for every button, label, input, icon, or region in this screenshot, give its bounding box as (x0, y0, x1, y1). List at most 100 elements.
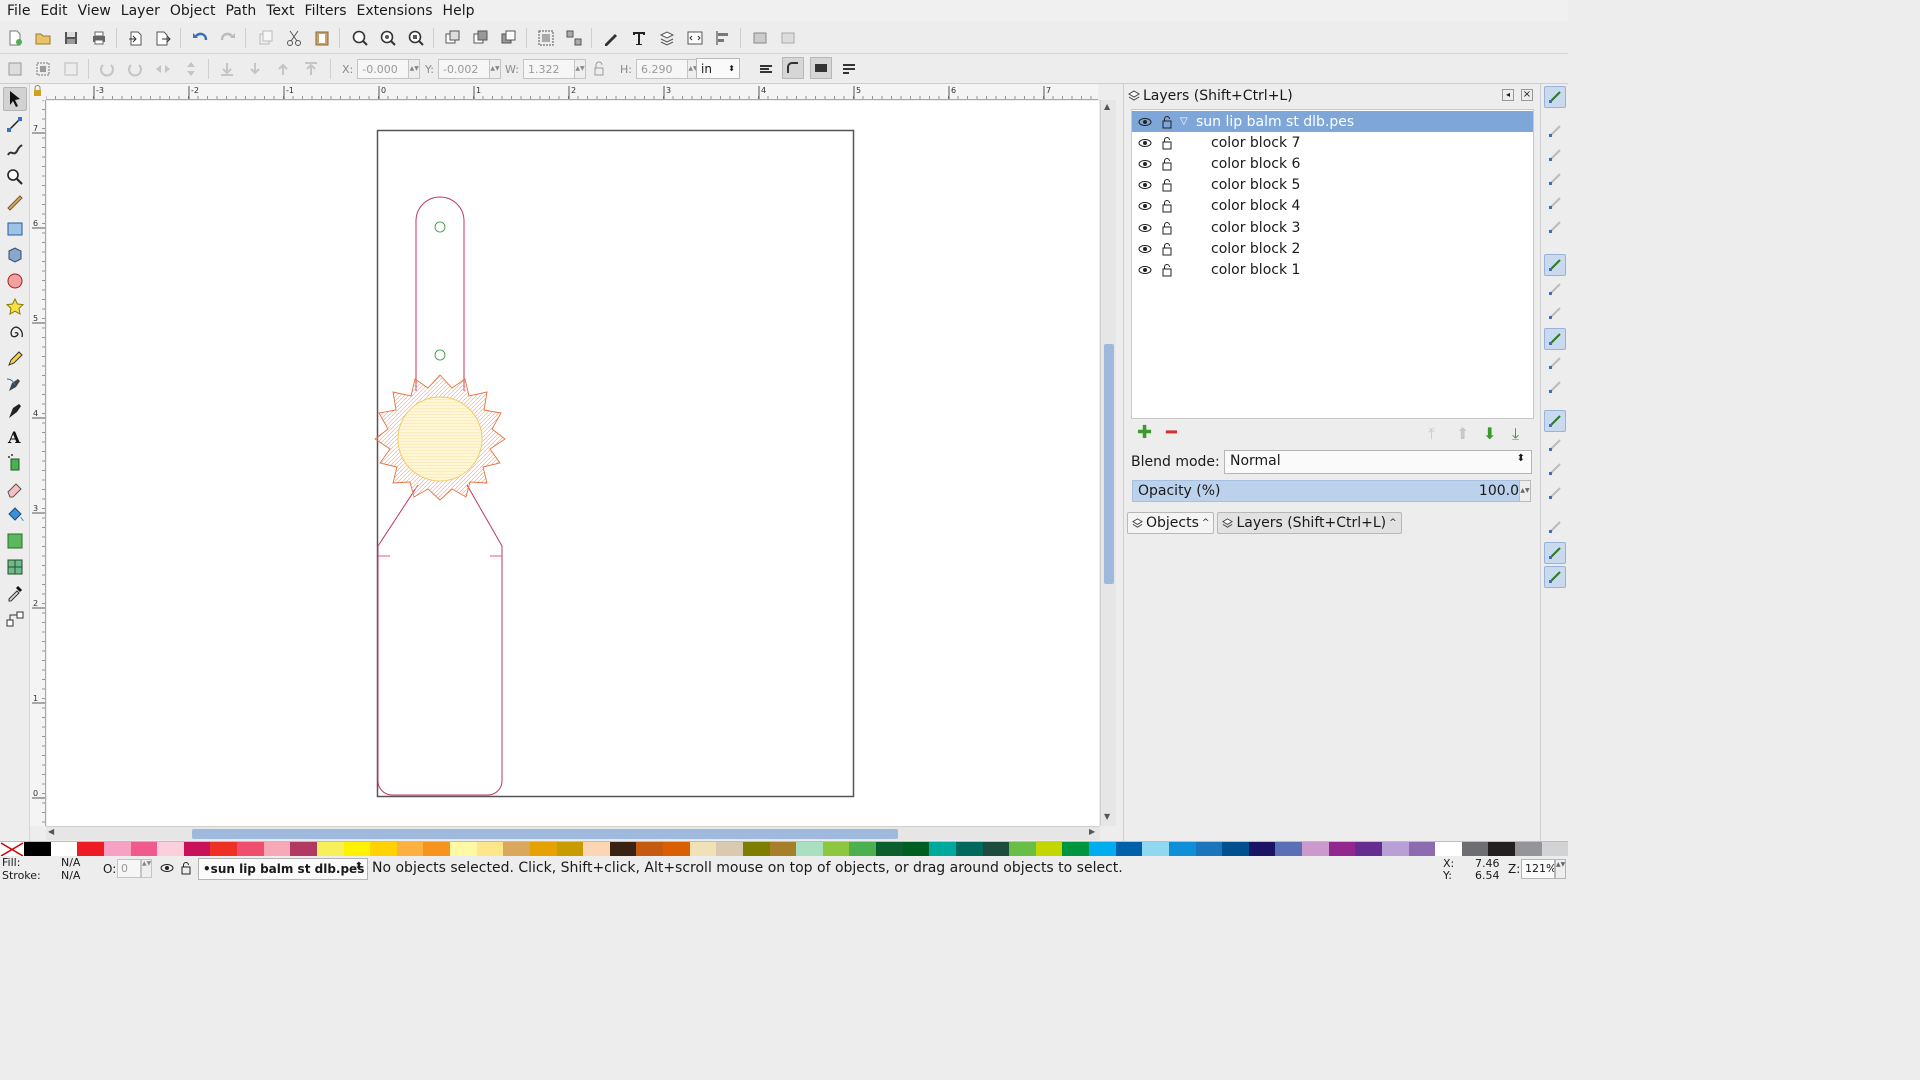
color-swatch[interactable] (370, 842, 397, 857)
color-swatch[interactable] (503, 842, 530, 857)
layer-visibility-icon[interactable] (160, 861, 174, 878)
snap-bbox-corner-icon[interactable] (1544, 168, 1566, 190)
layer-lock-icon[interactable] (180, 861, 192, 878)
menu-view[interactable]: View (73, 3, 116, 19)
deselect-icon[interactable] (60, 58, 82, 80)
x-input[interactable]: -0.000 (357, 59, 410, 79)
color-swatch[interactable] (263, 842, 291, 857)
color-swatch[interactable] (742, 842, 770, 857)
raise-to-top-icon[interactable] (300, 58, 322, 80)
lock-icon[interactable] (1161, 242, 1173, 256)
snap-bbox-edge-icon[interactable] (1544, 144, 1566, 166)
x-stepper[interactable]: ▲▼ (409, 59, 421, 79)
color-swatch[interactable] (1248, 842, 1276, 857)
gradient-tool-icon[interactable] (3, 529, 27, 553)
color-swatch[interactable] (982, 842, 1010, 857)
lock-icon[interactable] (1161, 157, 1173, 171)
snap-intersection-icon[interactable] (1544, 302, 1566, 324)
color-swatch[interactable] (1035, 842, 1063, 857)
cut-icon[interactable] (283, 27, 305, 49)
undo-icon[interactable] (189, 27, 211, 49)
lower-icon[interactable] (244, 58, 266, 80)
color-swatch[interactable] (77, 842, 104, 857)
flip-horizontal-icon[interactable] (152, 58, 174, 80)
paste-icon[interactable] (311, 27, 333, 49)
color-swatch[interactable] (955, 842, 983, 857)
selector-tool-icon[interactable] (3, 87, 27, 111)
clone-icon[interactable] (470, 27, 492, 49)
color-swatch[interactable] (450, 842, 477, 857)
lower-to-bottom-icon[interactable] (216, 58, 238, 80)
color-swatch[interactable] (1461, 842, 1489, 857)
snap-object-midpoint-icon[interactable] (1544, 434, 1566, 456)
zoom-selection-icon[interactable] (349, 27, 371, 49)
text-tool-icon[interactable]: A (3, 425, 27, 449)
y-input[interactable]: -0.002 (437, 59, 490, 79)
snap-line-midpoint-icon[interactable] (1544, 376, 1566, 398)
iconify-button[interactable]: ◂ (1502, 89, 1514, 101)
snap-bbox-icon[interactable] (1544, 120, 1566, 142)
raise-icon[interactable] (272, 58, 294, 80)
eye-icon[interactable] (1138, 157, 1152, 171)
add-layer-button[interactable]: ✚ (1137, 424, 1152, 442)
import-icon[interactable] (125, 27, 147, 49)
color-swatch[interactable] (1168, 842, 1196, 857)
snap-smooth-icon[interactable] (1544, 352, 1566, 374)
menu-object[interactable]: Object (165, 3, 221, 19)
fill-value[interactable]: N/A (61, 856, 80, 869)
color-swatch[interactable] (1142, 842, 1169, 857)
scale-corners-icon[interactable] (782, 57, 804, 79)
text-font-icon[interactable] (628, 27, 650, 49)
layer-row[interactable]: color block 4 (1132, 196, 1533, 217)
spiral-tool-icon[interactable] (3, 321, 27, 345)
y-stepper[interactable]: ▲▼ (489, 59, 501, 79)
color-swatch[interactable] (1275, 842, 1302, 857)
export-icon[interactable] (152, 27, 174, 49)
eye-icon[interactable] (1138, 263, 1152, 277)
layer-row[interactable]: color block 2 (1132, 239, 1533, 260)
zoom-drawing-icon[interactable] (377, 27, 399, 49)
unlink-clone-icon[interactable] (498, 27, 520, 49)
color-swatch[interactable] (849, 842, 876, 857)
select-all-icon[interactable] (4, 58, 26, 80)
color-swatch[interactable] (1408, 842, 1436, 857)
star-tool-icon[interactable] (3, 295, 27, 319)
menu-edit[interactable]: Edit (35, 3, 72, 19)
eye-icon[interactable] (1138, 115, 1152, 129)
snap-cusp-icon[interactable] (1544, 328, 1566, 350)
snap-grid-icon[interactable] (1544, 542, 1566, 564)
color-swatch[interactable] (609, 842, 637, 857)
layers-icon[interactable] (656, 27, 678, 49)
pencil-tool-icon[interactable] (3, 347, 27, 371)
measure-tool-icon[interactable] (3, 191, 27, 215)
document-properties-icon[interactable] (777, 27, 799, 49)
color-swatch[interactable] (822, 842, 850, 857)
layer-row[interactable]: color block 1 (1132, 260, 1533, 281)
menu-path[interactable]: Path (220, 3, 261, 19)
color-swatch[interactable] (663, 842, 690, 857)
color-swatch[interactable] (1222, 842, 1249, 857)
scale-stroke-icon[interactable] (755, 58, 777, 80)
color-swatch[interactable] (1381, 842, 1409, 857)
rotate-cw-icon[interactable] (124, 58, 146, 80)
color-swatch[interactable] (769, 842, 797, 857)
vertical-scroll-thumb[interactable] (1104, 344, 1114, 584)
snap-paths-icon[interactable] (1544, 278, 1566, 300)
new-document-icon[interactable] (4, 27, 26, 49)
height-input[interactable]: 6.290 (635, 59, 688, 79)
zoom-page-icon[interactable] (405, 27, 427, 49)
color-swatch[interactable] (1435, 842, 1462, 857)
pen-tool-icon[interactable] (3, 373, 27, 397)
group-icon[interactable] (535, 27, 557, 49)
color-swatch[interactable] (1515, 842, 1542, 857)
box3d-tool-icon[interactable] (3, 243, 27, 267)
node-tool-icon[interactable] (3, 113, 27, 137)
eraser-tool-icon[interactable] (3, 477, 27, 501)
save-icon[interactable] (60, 27, 82, 49)
xml-editor-icon[interactable] (684, 27, 706, 49)
ellipse-tool-icon[interactable] (3, 269, 27, 293)
scroll-down-icon[interactable]: ▼ (1104, 812, 1110, 821)
color-swatch[interactable] (1488, 842, 1515, 857)
color-swatch[interactable] (1541, 842, 1569, 857)
color-swatch[interactable] (1195, 842, 1223, 857)
